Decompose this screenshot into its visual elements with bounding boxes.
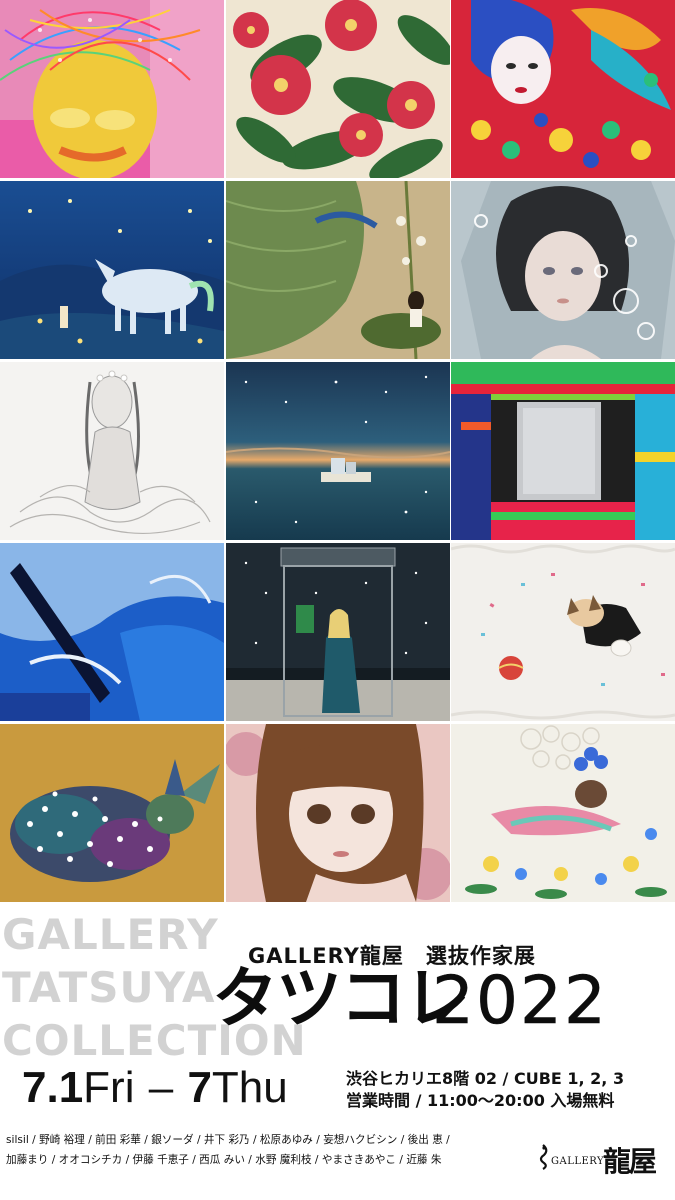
- artwork-red-camellias: [225, 0, 450, 178]
- artwork-boat-starry-sea: [225, 362, 450, 540]
- artwork-blue-abstract: [0, 543, 224, 721]
- end-weekday: Thu: [211, 1063, 288, 1112]
- dragon-mark-icon: [539, 1144, 548, 1170]
- artist-line-2: 加藤まり / オオコシチカ / 伊藤 千恵子 / 西瓜 みい / 水野 魔利枝 …: [6, 1154, 442, 1166]
- logo-gallery-text: GALLERY: [551, 1156, 605, 1167]
- artwork-bird-flowers: [451, 724, 675, 902]
- logo-tatsuya-text: 龍屋: [603, 1145, 657, 1178]
- artist-list: silsil / 野崎 裕理 / 前田 彩華 / 銀ソーダ / 井下 彩乃 / …: [6, 1130, 526, 1170]
- artwork-pencil-woman: [0, 362, 224, 540]
- date-dash: –: [148, 1063, 174, 1112]
- artwork-girl-bubbles: [451, 181, 675, 359]
- artwork-puppy-paper: [451, 543, 675, 721]
- bg-word-gallery: GALLERY: [2, 910, 219, 959]
- artwork-brown-hair-girl: [225, 724, 450, 902]
- artwork-phone-booth-girl: [225, 543, 450, 721]
- venue-location: 渋谷ヒカリエ8階 02 / CUBE 1, 2, 3: [346, 1069, 625, 1088]
- venue-info: 渋谷ヒカリエ8階 02 / CUBE 1, 2, 3 営業時間 / 11:00～…: [346, 1068, 624, 1112]
- start-date: 7.1: [22, 1063, 84, 1112]
- gallery-logo: GALLERY 龍屋: [535, 1142, 657, 1178]
- artwork-geisha-phoenix: [451, 0, 675, 178]
- artwork-blue-unicorn: [0, 181, 224, 359]
- exhibition-dates: 7.1Fri – 7Thu: [22, 1066, 288, 1110]
- title-year: 2022: [432, 962, 608, 1039]
- artwork-girl-on-leaf: [225, 181, 450, 359]
- bg-word-tatsuya: TATSUYA: [2, 963, 216, 1012]
- end-date: 7: [187, 1063, 212, 1112]
- title-japanese: タツコレ: [212, 960, 470, 1037]
- artwork-grid: [0, 0, 675, 905]
- artwork-dotted-fawn: [0, 724, 224, 902]
- artwork-neon-abstract: [451, 362, 675, 540]
- venue-hours: 営業時間 / 11:00～20:00 入場無料: [346, 1091, 615, 1110]
- artist-line-1: silsil / 野崎 裕理 / 前田 彩華 / 銀ソーダ / 井下 彩乃 / …: [6, 1134, 450, 1146]
- start-weekday: Fri: [83, 1063, 135, 1112]
- artwork-colorful-face: [0, 0, 224, 178]
